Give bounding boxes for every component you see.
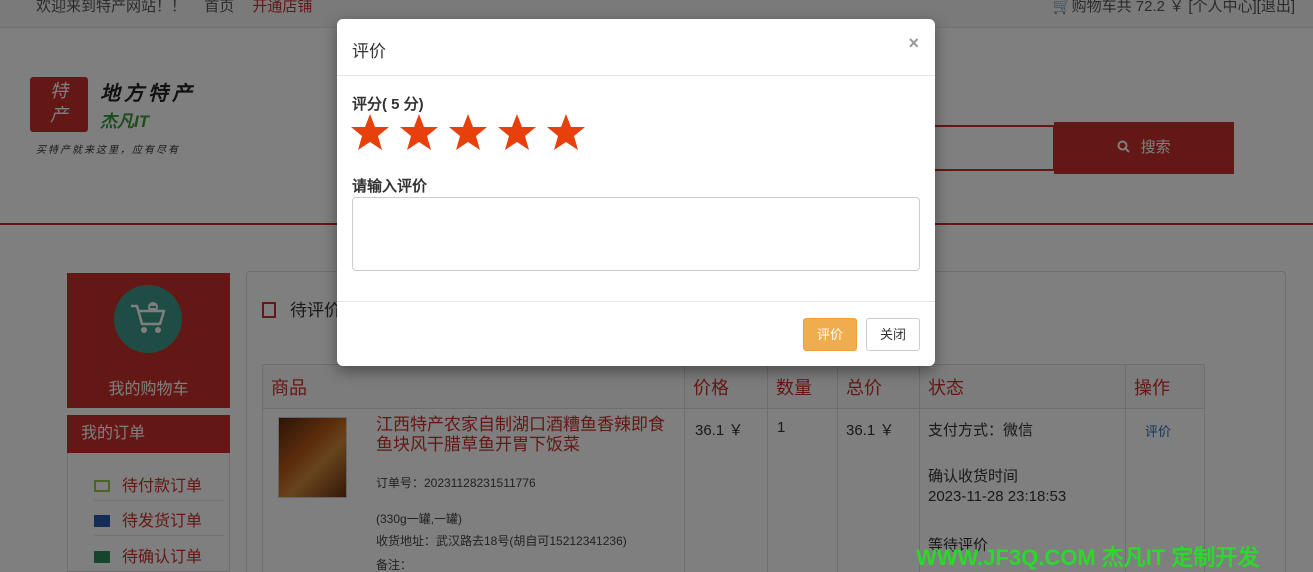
comment-label: 请输入评价 [352, 178, 428, 195]
star-icon[interactable] [399, 112, 439, 152]
review-modal: 评价 × 评分( 5 分) 请输入评价 评价 关闭 [337, 19, 935, 366]
submit-review-button[interactable]: 评价 [803, 318, 857, 351]
watermark: WWW.JF3Q.COM 杰凡IT 定制开发 [916, 545, 1260, 570]
star-icon[interactable] [546, 112, 586, 152]
star-rating [350, 112, 595, 154]
modal-title: 评价 [352, 42, 386, 61]
star-icon[interactable] [448, 112, 488, 152]
close-modal-button[interactable]: 关闭 [866, 318, 920, 351]
star-icon[interactable] [497, 112, 537, 152]
modal-footer: 评价 关闭 [337, 301, 935, 366]
star-icon[interactable] [350, 112, 390, 152]
comment-textarea[interactable] [352, 197, 920, 271]
modal-header: 评价 × [337, 19, 935, 76]
rating-label: 评分( 5 分) [352, 96, 424, 113]
close-icon[interactable]: × [908, 33, 919, 54]
